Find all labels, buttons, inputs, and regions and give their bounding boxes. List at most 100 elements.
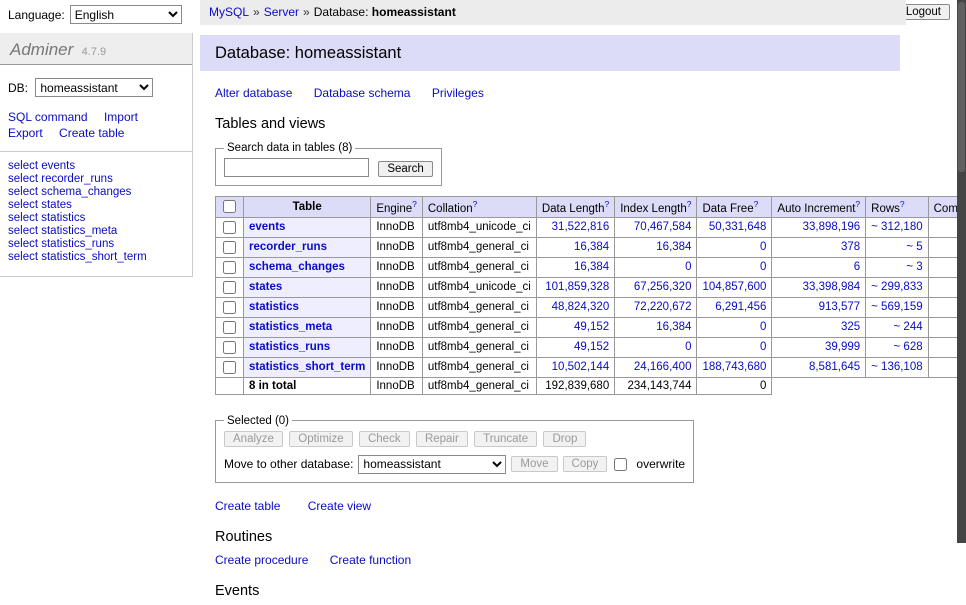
table-name-link[interactable]: statistics_runs [249,341,330,353]
auto-increment-link[interactable]: 6 [854,261,860,273]
move-button[interactable]: Move [511,456,557,472]
index-length-link[interactable]: 0 [685,261,691,273]
help-link[interactable]: ? [604,199,609,209]
table-name-link[interactable]: statistics_meta [249,321,332,333]
repair-button[interactable]: Repair [416,431,468,447]
data-free-link[interactable]: 0 [760,241,766,253]
rows-count-link[interactable]: ~ 244 [894,321,923,333]
table-name-link[interactable]: states [249,281,282,293]
help-link[interactable]: ? [473,199,478,209]
help-link[interactable]: ? [754,199,759,209]
row-checkbox[interactable] [223,281,236,294]
rows-count-link[interactable]: ~ 5 [906,241,922,253]
truncate-button[interactable]: Truncate [474,431,537,447]
privileges-link[interactable]: Privileges [432,86,484,100]
sidebar-link-import[interactable]: Import [104,110,138,124]
help-link[interactable]: ? [687,199,692,209]
auto-increment-link[interactable]: 39,999 [825,341,860,353]
row-checkbox[interactable] [223,221,236,234]
row-checkbox[interactable] [223,321,236,334]
sidebar-link-create-table[interactable]: Create table [59,126,124,140]
sidebar-item-select-statistics-meta[interactable]: select statistics_meta [8,225,184,238]
row-checkbox[interactable] [223,261,236,274]
table-name-link[interactable]: events [249,221,285,233]
auto-increment-link[interactable]: 8,581,645 [809,361,860,373]
search-button[interactable]: Search [378,161,432,177]
copy-button[interactable]: Copy [563,456,608,472]
row-checkbox[interactable] [223,361,236,374]
data-length-link[interactable]: 10,502,144 [552,361,610,373]
sidebar-item-select-events[interactable]: select events [8,160,184,173]
row-checkbox[interactable] [223,341,236,354]
data-free-link[interactable]: 104,857,600 [702,281,766,293]
create-view-link[interactable]: Create view [308,499,371,513]
auto-increment-link[interactable]: 325 [841,321,860,333]
optimize-button[interactable]: Optimize [289,431,352,447]
breadcrumb-server-link[interactable]: Server [264,5,299,19]
rows-count-link[interactable]: ~ 299,833 [871,281,922,293]
rows-count-link[interactable]: ~ 312,180 [871,221,922,233]
scrollbar[interactable] [957,0,966,543]
data-length-link[interactable]: 49,152 [574,321,609,333]
create-table-link[interactable]: Create table [215,499,280,513]
index-length-link[interactable]: 16,384 [656,241,691,253]
analyze-button[interactable]: Analyze [224,431,283,447]
data-free-link[interactable]: 0 [760,341,766,353]
index-length-link[interactable]: 70,467,584 [634,221,692,233]
row-checkbox[interactable] [223,241,236,254]
data-length-link[interactable]: 48,824,320 [552,301,610,313]
sidebar-item-select-statistics-runs[interactable]: select statistics_runs [8,238,184,251]
overwrite-checkbox[interactable] [614,458,627,471]
rows-count-link[interactable]: ~ 136,108 [871,361,922,373]
index-length-link[interactable]: 16,384 [656,321,691,333]
db-select[interactable]: homeassistant [35,78,153,97]
table-name-link[interactable]: schema_changes [249,261,345,273]
data-free-link[interactable]: 188,743,680 [702,361,766,373]
table-name-link[interactable]: recorder_runs [249,241,327,253]
auto-increment-link[interactable]: 33,398,984 [803,281,861,293]
sidebar-item-select-statistics-short-term[interactable]: select statistics_short_term [8,251,184,264]
scrollbar-thumb[interactable] [958,2,965,172]
sidebar-item-select-states[interactable]: select states [8,199,184,212]
check-button[interactable]: Check [359,431,410,447]
sidebar-item-select-schema-changes[interactable]: select schema_changes [8,186,184,199]
data-length-link[interactable]: 16,384 [574,261,609,273]
database-schema-link[interactable]: Database schema [314,86,411,100]
index-length-link[interactable]: 0 [685,341,691,353]
rows-count-link[interactable]: ~ 3 [906,261,922,273]
rows-count-link[interactable]: ~ 628 [894,341,923,353]
alter-database-link[interactable]: Alter database [215,86,292,100]
help-link[interactable]: ? [412,199,417,209]
help-link[interactable]: ? [855,199,860,209]
table-name-link[interactable]: statistics [249,301,299,313]
data-free-link[interactable]: 0 [760,261,766,273]
adminer-logo[interactable]: Adminer [10,40,73,59]
help-link[interactable]: ? [900,199,905,209]
sidebar-item-select-recorder-runs[interactable]: select recorder_runs [8,173,184,186]
table-name-link[interactable]: statistics_short_term [249,361,365,373]
auto-increment-link[interactable]: 33,898,196 [803,221,861,233]
data-free-link[interactable]: 0 [760,321,766,333]
auto-increment-link[interactable]: 378 [841,241,860,253]
drop-button[interactable]: Drop [543,431,586,447]
data-free-link[interactable]: 6,291,456 [715,301,766,313]
sidebar-link-export[interactable]: Export [8,126,43,140]
search-input[interactable] [224,158,369,177]
auto-increment-link[interactable]: 913,577 [819,301,861,313]
create-procedure-link[interactable]: Create procedure [215,553,308,567]
data-length-link[interactable]: 101,859,328 [545,281,609,293]
breadcrumb-mysql-link[interactable]: MySQL [209,5,249,19]
language-select[interactable]: English [70,5,182,24]
select-all-checkbox[interactable] [223,200,236,213]
data-free-link[interactable]: 50,331,648 [709,221,767,233]
move-db-select[interactable]: homeassistant [358,455,506,474]
index-length-link[interactable]: 67,256,320 [634,281,692,293]
index-length-link[interactable]: 24,166,400 [634,361,692,373]
rows-count-link[interactable]: ~ 569,159 [871,301,922,313]
create-function-link[interactable]: Create function [330,553,411,567]
sidebar-item-select-statistics[interactable]: select statistics [8,212,184,225]
row-checkbox[interactable] [223,301,236,314]
data-length-link[interactable]: 49,152 [574,341,609,353]
data-length-link[interactable]: 31,522,816 [552,221,610,233]
data-length-link[interactable]: 16,384 [574,241,609,253]
